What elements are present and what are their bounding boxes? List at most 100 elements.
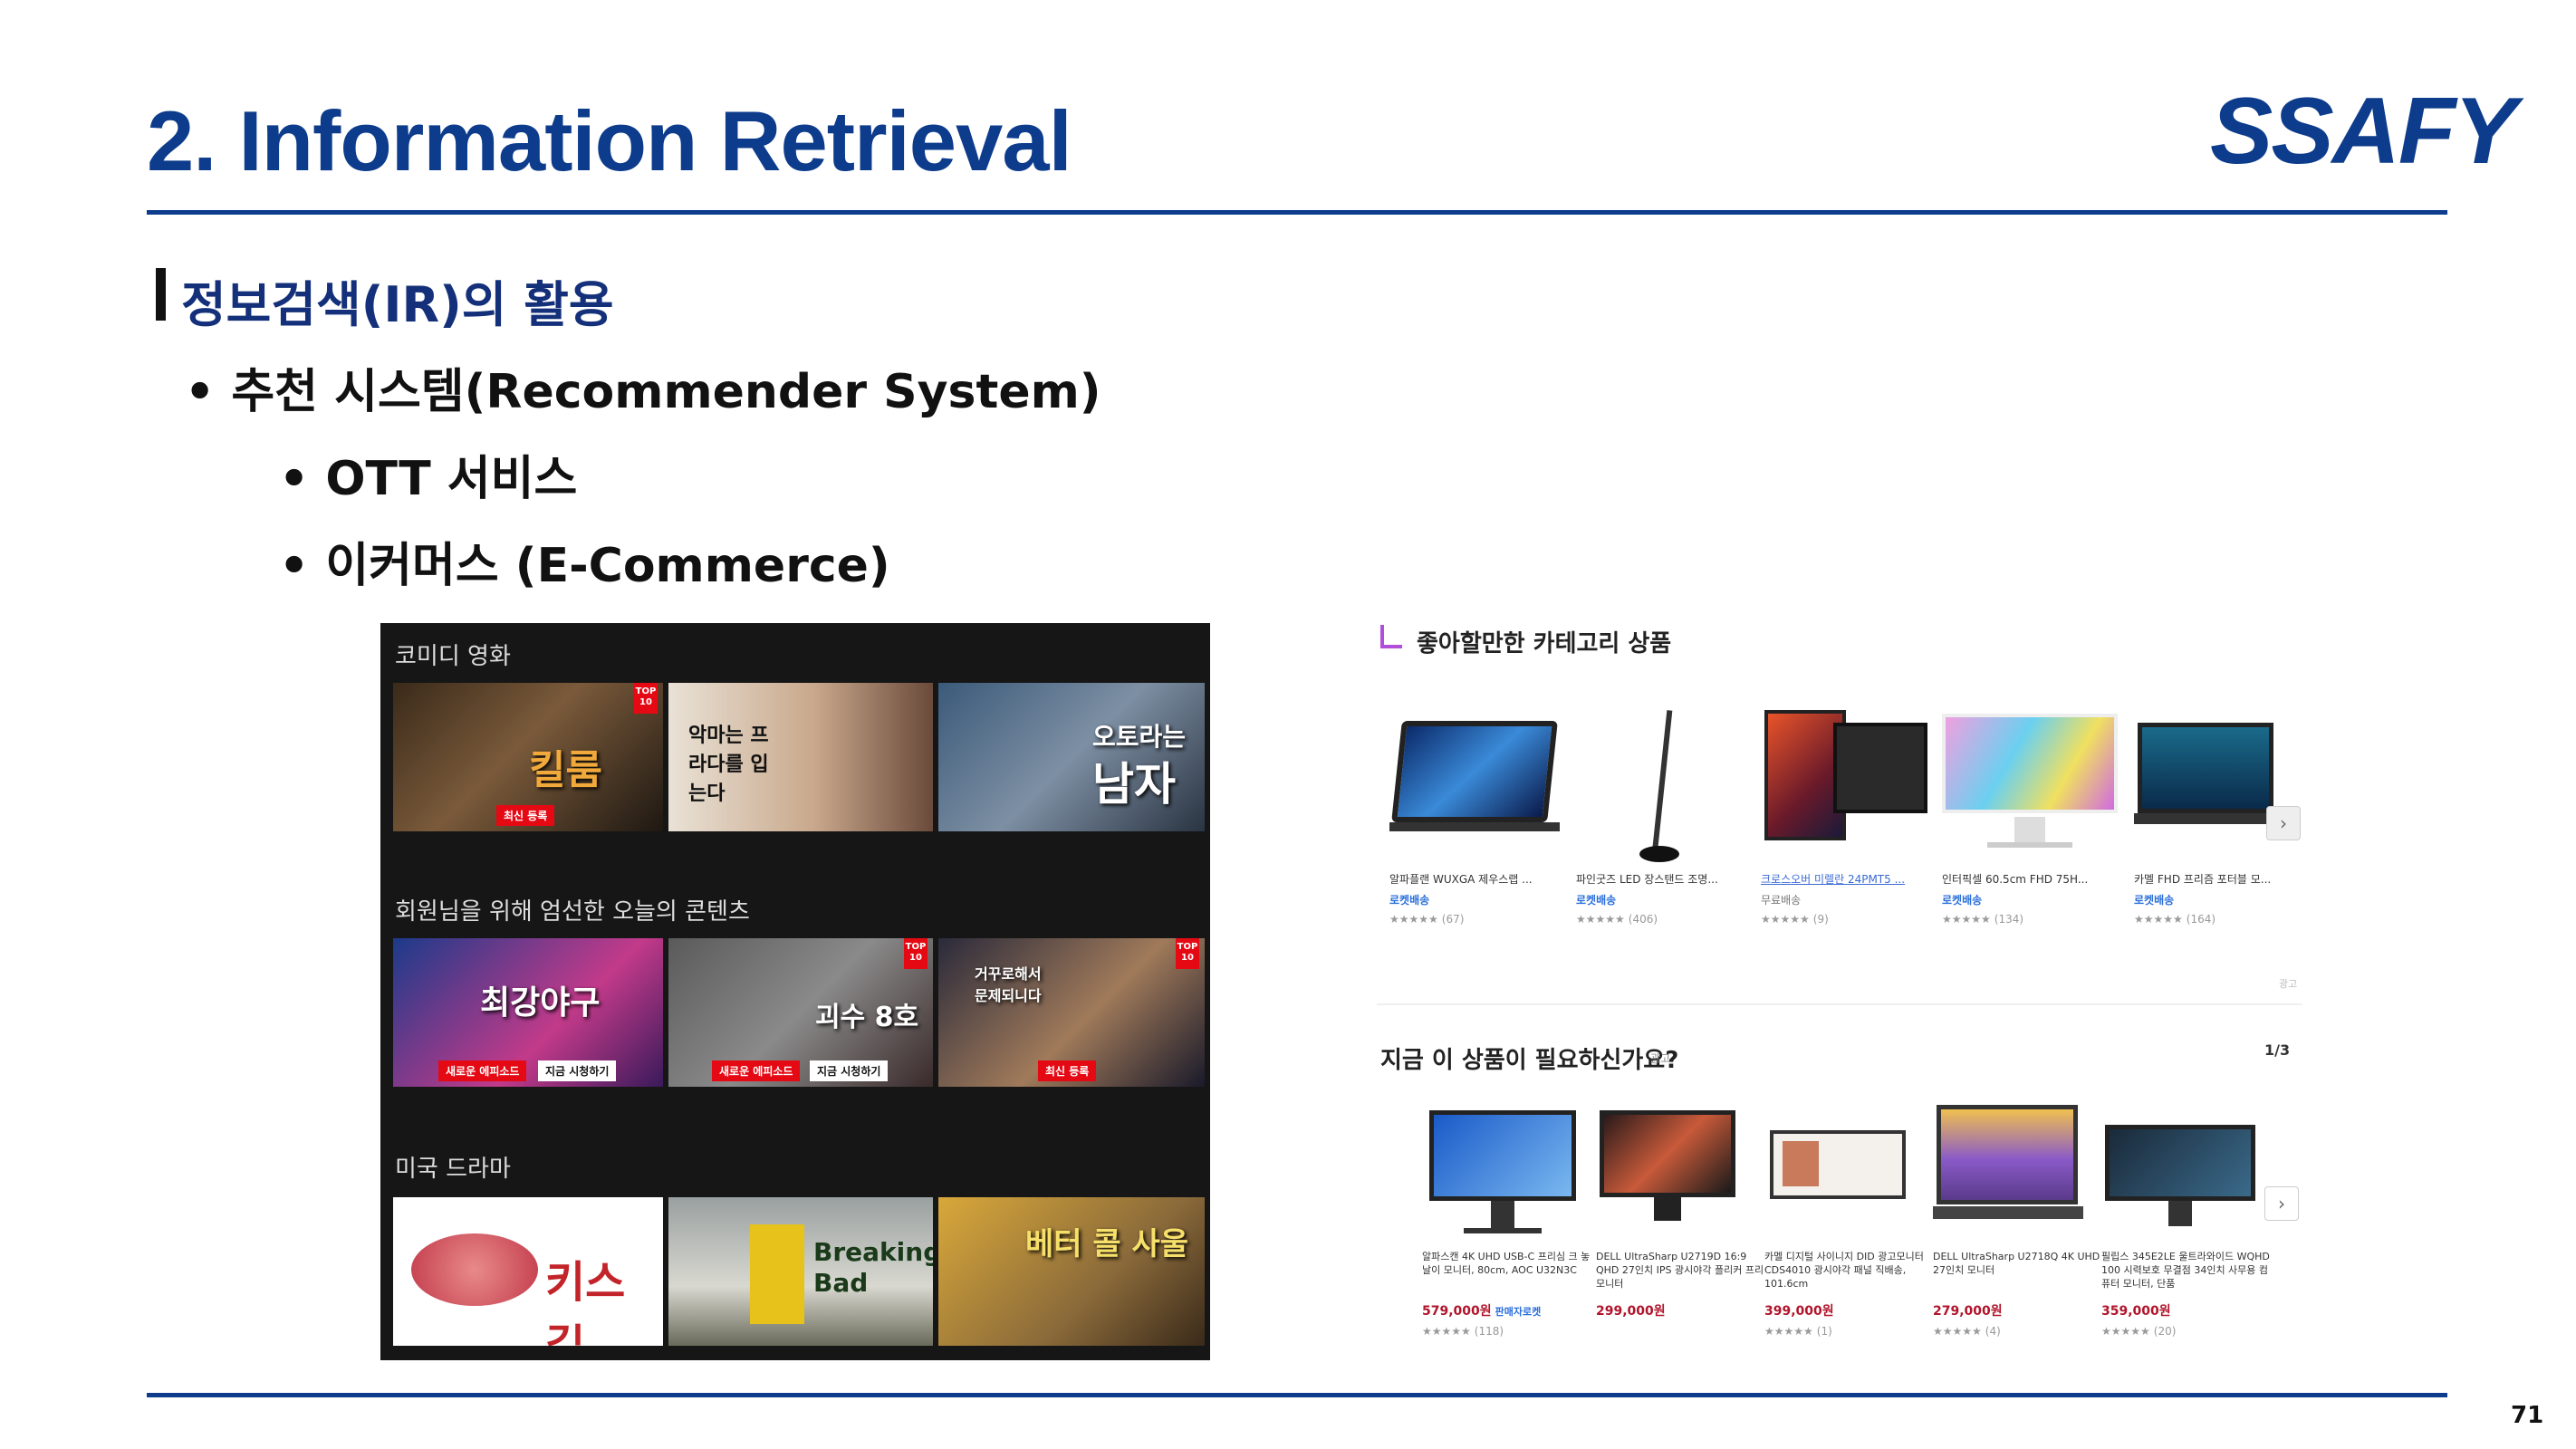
product-card[interactable]: 인터픽셀 60.5cm FHD 75H... 로켓배송 ★★★★★ (134) [1942, 710, 2118, 926]
ssafy-logo: SSAFY [2210, 79, 2517, 184]
slide-title: 2. Information Retrieval [147, 93, 1072, 188]
product-title: DELL UltraSharp U2718Q 4K UHD 27인치 모니터 [1933, 1251, 2100, 1276]
bottom-divider [147, 1393, 2447, 1397]
top10-badge: TOP 10 [1176, 938, 1199, 969]
bullet-ecommerce: • 이커머스 (E-Commerce) [279, 539, 890, 593]
stars: ★★★★★ [1764, 1325, 1813, 1338]
rating: ★★★★★ (20) [2101, 1325, 2272, 1338]
stars: ★★★★★ [1389, 913, 1438, 926]
product-card[interactable]: 카멜 디지털 사이니지 DID 광고모니터 CDS4010 광시야각 패널 직배… [1764, 1105, 1935, 1338]
rating: ★★★★★ (4) [1933, 1325, 2103, 1338]
thumb-title: 괴수 8호 [815, 1002, 919, 1033]
review-count: (118) [1474, 1325, 1504, 1338]
price: 279,000원 [1933, 1304, 2003, 1319]
product-title: 카멜 FHD 프리즘 포터블 모... [2134, 873, 2272, 886]
review-count: (164) [2186, 913, 2216, 926]
ad-label: 광고 [2279, 978, 2298, 990]
rating: ★★★★★ (118) [1422, 1325, 1592, 1338]
shipping-badge: 로켓배송 [1576, 894, 1617, 907]
product-title: DELL UltraSharp U2719D 16:9 QHD 27인치 IPS… [1596, 1251, 1764, 1290]
product-image [1764, 1105, 1935, 1241]
rating: ★★★★★ (67) [1389, 913, 1560, 926]
section-marker [156, 268, 166, 321]
section-divider [1377, 1003, 2302, 1005]
product-price: 579,000원 판매자로켓 [1422, 1301, 1592, 1319]
product-title: 인터픽셀 60.5cm FHD 75H... [1942, 873, 2089, 886]
new-episode-badge: 새로운 에피소드 [712, 1060, 801, 1081]
price: 299,000원 [1596, 1304, 1666, 1319]
product-card[interactable]: 알파플랜 WUXGA 제우스랩 ... 로켓배송 ★★★★★ (67) [1389, 710, 1560, 926]
new-episode-badge: 새로운 에피소드 [438, 1060, 527, 1081]
product-image [1596, 1105, 1766, 1241]
product-price: 399,000원 [1764, 1301, 1935, 1319]
product-title: 알파스캔 4K UHD USB-C 프리심 크 놓날이 모니터, 80cm, A… [1422, 1251, 1591, 1276]
product-card[interactable]: DELL UltraSharp U2719D 16:9 QHD 27인치 IPS… [1596, 1105, 1766, 1319]
new-badge: 최신 등록 [1038, 1060, 1097, 1081]
thumb-comedy[interactable]: 거꾸로해서 문제되니다 TOP 10 최신 등록 [938, 938, 1205, 1087]
thumb-breaking-bad[interactable]: Breaking Bad [668, 1197, 933, 1346]
review-count: (4) [1985, 1325, 2001, 1338]
watch-now-badge: 지금 시청하기 [810, 1060, 889, 1081]
thumb-title: Breaking Bad [813, 1237, 933, 1298]
top10-badge: TOP 10 [904, 938, 928, 969]
thumb-title-2: 남자 [1092, 758, 1176, 811]
rating: ★★★★★ (9) [1761, 913, 1931, 926]
next-arrow-icon[interactable]: › [2266, 806, 2301, 840]
product-price: 299,000원 [1596, 1301, 1766, 1319]
row-header: 회원님을 위해 엄선한 오늘의 콘텐츠 [395, 898, 750, 926]
stars: ★★★★★ [1576, 913, 1625, 926]
thumb-kaiju-no8[interactable]: 괴수 8호 TOP 10 새로운 에피소드 지금 시청하기 [668, 938, 933, 1087]
watch-now-badge: 지금 시청하기 [538, 1060, 617, 1081]
product-card[interactable]: 알파스캔 4K UHD USB-C 프리심 크 놓날이 모니터, 80cm, A… [1422, 1105, 1592, 1338]
yellow-suit [750, 1224, 804, 1324]
shipping-badge: 로켓배송 [1942, 894, 1983, 907]
stars: ★★★★★ [1942, 913, 1991, 926]
product-image [1576, 710, 1746, 864]
row-header: 미국 드라마 [395, 1156, 511, 1183]
product-image [2101, 1105, 2272, 1241]
thumb-devil-prada[interactable]: 악마는 프라다를 입는다 [668, 683, 933, 831]
price: 359,000원 [2101, 1304, 2171, 1319]
product-card[interactable]: 필립스 345E2LE 울트라와이드 WQHD 100 시력보호 무결점 34인… [2101, 1105, 2272, 1338]
product-card[interactable]: DELL UltraSharp U2718Q 4K UHD 27인치 모니터 2… [1933, 1105, 2103, 1338]
review-count: (20) [2153, 1325, 2177, 1338]
rating: ★★★★★ (406) [1576, 913, 1746, 926]
product-image [1933, 1105, 2103, 1241]
product-price: 359,000원 [2101, 1301, 2272, 1319]
thumb-man-called-otto[interactable]: 오토라는 남자 [938, 683, 1205, 831]
shipping-badge: 로켓배송 [2134, 894, 2175, 907]
product-card[interactable]: 크로스오버 미렐란 24PMT5 ... 무료배송 ★★★★★ (9) [1761, 710, 1931, 926]
thumb-title: 키스길 [545, 1257, 626, 1346]
thumb-killroom[interactable]: 킬룸 TOP 10 최신 등록 [393, 683, 663, 831]
product-image [1942, 710, 2118, 864]
product-image [2134, 710, 2304, 864]
thumb-better-call-saul[interactable]: 베터 콜 사울 [938, 1197, 1205, 1346]
shipping-badge: 무료배송 [1761, 894, 1802, 907]
thumb-kiss-road[interactable]: 키스길 [393, 1197, 663, 1346]
page-number: 71 [2511, 1402, 2544, 1429]
stars: ★★★★★ [2134, 913, 2183, 926]
product-title: 카멜 디지털 사이니지 DID 광고모니터 CDS4010 광시야각 패널 직배… [1764, 1251, 1924, 1290]
product-title[interactable]: 크로스오버 미렐란 24PMT5 ... [1761, 871, 1931, 887]
ad-label: 광고 [1650, 1052, 1671, 1065]
top10-badge: TOP 10 [634, 683, 658, 714]
rating: ★★★★★ (1) [1764, 1325, 1935, 1338]
product-card[interactable]: 파인굿즈 LED 장스탠드 조명... 로켓배송 ★★★★★ (406) [1576, 710, 1746, 926]
thumb-title: 악마는 프라다를 입는다 [688, 724, 769, 805]
row-header: 코미디 영화 [395, 643, 511, 670]
product-image [1761, 710, 1931, 864]
stars: ★★★★★ [2101, 1325, 2150, 1338]
stars: ★★★★★ [1422, 1325, 1471, 1338]
bullet-recommender: • 추천 시스템(Recommender System) [185, 365, 1101, 419]
review-count: (134) [1994, 913, 2024, 926]
thumb-title: 최강야구 [480, 984, 601, 1022]
top-divider [147, 210, 2447, 215]
next-arrow-icon[interactable]: › [2264, 1186, 2299, 1221]
product-image [1389, 710, 1560, 864]
product-price: 279,000원 [1933, 1301, 2103, 1319]
thumb-strongest-baseball[interactable]: 최강야구 새로운 에피소드 지금 시청하기 [393, 938, 663, 1087]
pager: 1/3 [2264, 1041, 2291, 1059]
shipping-badge: 로켓배송 [1389, 894, 1430, 907]
netflix-screenshot: 코미디 영화 킬룸 TOP 10 최신 등록 악마는 프라다를 입는다 오토라는… [380, 623, 1210, 1360]
new-badge: 최신 등록 [496, 805, 555, 826]
